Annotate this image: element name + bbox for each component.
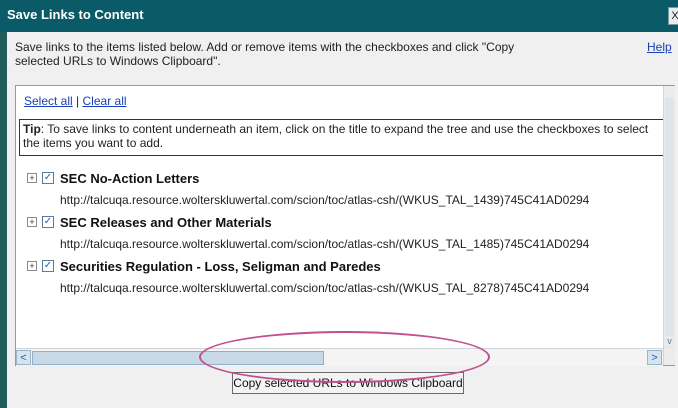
selection-separator: | <box>76 94 80 108</box>
window-titlebar: Save Links to Content X <box>0 0 678 32</box>
scroll-down-icon[interactable]: v <box>664 336 675 347</box>
horizontal-scroll-thumb[interactable] <box>32 351 324 365</box>
clear-all-link[interactable]: Clear all <box>83 94 127 108</box>
expand-icon[interactable]: + <box>27 261 37 271</box>
item-url: http://talcuqa.resource.wolterskluwertal… <box>60 237 590 251</box>
horizontal-scrollbar[interactable]: < > <box>16 348 663 366</box>
item-url: http://talcuqa.resource.wolterskluwertal… <box>60 281 590 295</box>
vertical-scroll-thumb[interactable] <box>665 98 674 348</box>
tree-item: + ✓ Securities Regulation - Loss, Seligm… <box>16 257 661 301</box>
item-title[interactable]: SEC Releases and Other Materials <box>60 215 272 230</box>
select-all-link[interactable]: Select all <box>24 94 73 108</box>
items-panel: Select all | Clear all Tip: To save link… <box>15 85 675 366</box>
item-checkbox[interactable]: ✓ <box>42 172 54 184</box>
vertical-scrollbar[interactable]: v <box>663 86 675 365</box>
item-checkbox[interactable]: ✓ <box>42 216 54 228</box>
expand-icon[interactable]: + <box>27 217 37 227</box>
tree-item: + ✓ SEC Releases and Other Materials htt… <box>16 213 661 257</box>
window-title: Save Links to Content <box>7 7 144 22</box>
item-url: http://talcuqa.resource.wolterskluwertal… <box>60 193 590 207</box>
help-link[interactable]: Help <box>647 40 672 54</box>
tip-text: : To save links to content underneath an… <box>23 122 649 150</box>
copy-urls-button[interactable]: Copy selected URLs to Windows Clipboard <box>232 372 464 394</box>
selection-controls: Select all | Clear all <box>24 94 127 108</box>
tree-item: + ✓ SEC No-Action Letters http://talcuqa… <box>16 169 661 213</box>
item-title[interactable]: Securities Regulation - Loss, Seligman a… <box>60 259 381 274</box>
dialog-body: Save links to the items listed below. Ad… <box>7 32 678 408</box>
expand-icon[interactable]: + <box>27 173 37 183</box>
scroll-left-icon[interactable]: < <box>16 350 31 365</box>
close-button[interactable]: X <box>668 7 678 25</box>
close-icon: X <box>671 10 678 22</box>
tip-label: Tip <box>23 122 41 136</box>
item-checkbox[interactable]: ✓ <box>42 260 54 272</box>
tip-box: Tip: To save links to content underneath… <box>19 119 672 156</box>
intro-text: Save links to the items listed below. Ad… <box>15 40 515 68</box>
scroll-right-icon[interactable]: > <box>647 350 662 365</box>
item-title[interactable]: SEC No-Action Letters <box>60 171 199 186</box>
